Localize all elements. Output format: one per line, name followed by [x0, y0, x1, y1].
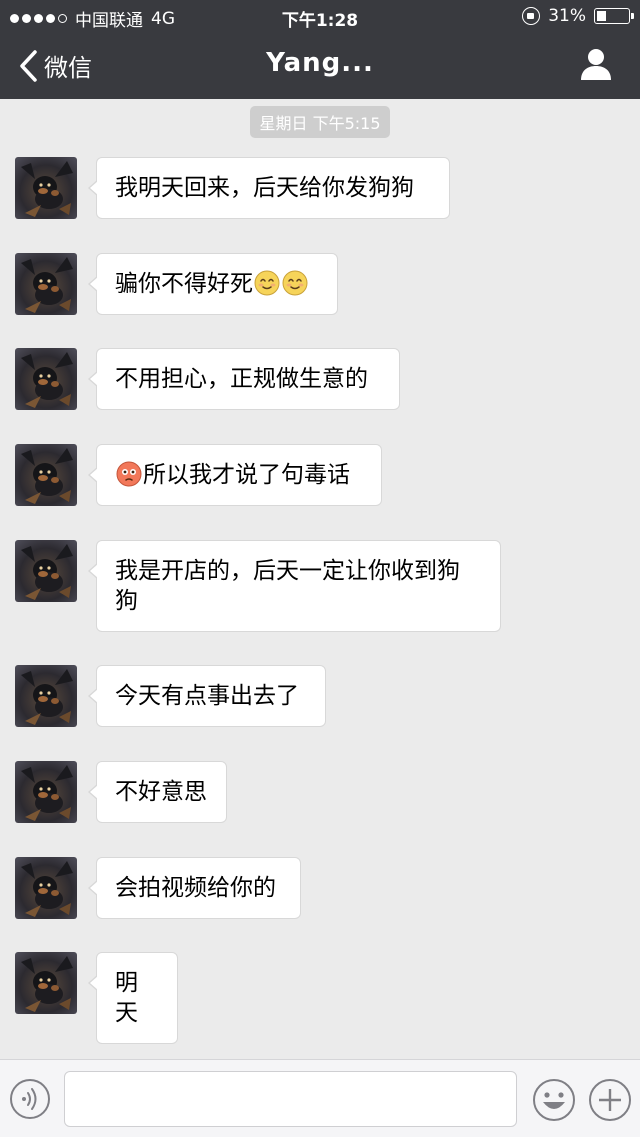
status-right: 31% — [522, 6, 634, 26]
message-bubble[interactable]: 明天 — [88, 952, 178, 1044]
chevron-left-icon — [20, 49, 37, 82]
status-bar: 中国联通 4G 下午1:28 31% — [0, 0, 640, 34]
message-bubble[interactable]: 我是开店的，后天一定让你收到狗狗 — [88, 540, 501, 632]
message-bubble[interactable]: 所以我才说了句毒话 — [88, 444, 382, 506]
message-text: 我是开店的，后天一定让你收到狗狗 — [115, 558, 460, 614]
message-timestamp: 星期日 下午5:15 — [0, 106, 640, 138]
battery-icon — [594, 8, 634, 24]
top-bar: 中国联通 4G 下午1:28 31% 微信 Yang... — [0, 0, 640, 99]
battery-percent: 31% — [548, 6, 586, 26]
message-bubble[interactable]: 今天有点事出去了 — [88, 665, 326, 727]
message-bubble[interactable]: 会拍视频给你的 — [88, 857, 301, 919]
message-bubble[interactable]: 不用担心，正规做生意的 — [88, 348, 400, 410]
message-text: 所以我才说了句毒话 — [143, 462, 350, 488]
back-label: 微信 — [44, 54, 92, 82]
voice-icon[interactable] — [9, 1078, 51, 1120]
avatar[interactable] — [15, 157, 77, 219]
avatar[interactable] — [15, 348, 77, 410]
smile-face-icon — [253, 270, 281, 297]
avatar[interactable] — [15, 540, 77, 602]
back-button[interactable]: 微信 — [18, 48, 92, 83]
message-text: 不用担心，正规做生意的 — [115, 366, 368, 392]
message-text: 我明天回来，后天给你发狗狗 — [115, 175, 414, 201]
message-text: 明天 — [115, 970, 138, 1026]
emoji-icon[interactable] — [532, 1078, 576, 1122]
message-input[interactable] — [64, 1071, 517, 1127]
avatar[interactable] — [15, 253, 77, 315]
flushed-face-icon — [115, 461, 143, 488]
message-text: 骗你不得好死 — [115, 271, 253, 297]
message-text: 今天有点事出去了 — [115, 683, 299, 709]
avatar[interactable] — [15, 952, 77, 1014]
orientation-lock-icon — [522, 7, 541, 25]
message-text: 不好意思 — [115, 779, 207, 805]
avatar[interactable] — [15, 444, 77, 506]
message-bubble[interactable]: 不好意思 — [88, 761, 227, 823]
avatar[interactable] — [15, 857, 77, 919]
input-bar — [0, 1059, 640, 1137]
smile-face-icon — [281, 270, 309, 297]
message-bubble[interactable]: 我明天回来，后天给你发狗狗 — [88, 157, 450, 219]
plus-icon[interactable] — [588, 1078, 632, 1122]
timestamp-label: 星期日 下午5:15 — [250, 106, 390, 138]
nav-bar: 微信 Yang... — [0, 34, 640, 99]
avatar[interactable] — [15, 665, 77, 727]
avatar[interactable] — [15, 761, 77, 823]
message-bubble[interactable]: 骗你不得好死 — [88, 253, 338, 315]
message-text: 会拍视频给你的 — [115, 875, 276, 901]
chat-title: Yang... — [266, 48, 374, 78]
person-icon[interactable] — [578, 46, 614, 82]
